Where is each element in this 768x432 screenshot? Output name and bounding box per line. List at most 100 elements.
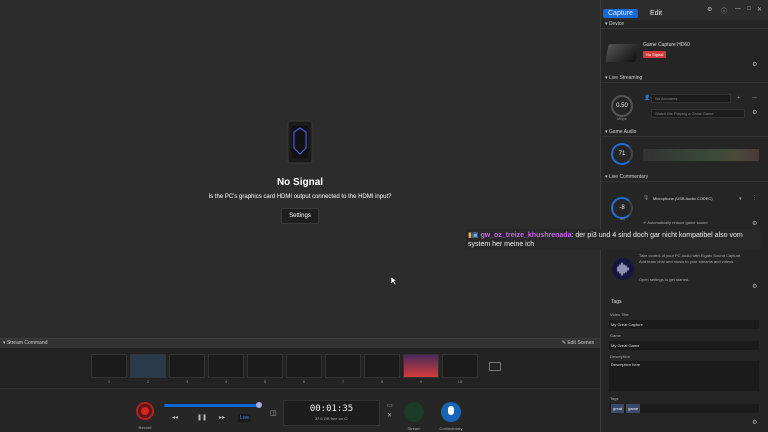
add-account-icon[interactable]: + [737,95,740,101]
chat-badge-icon: ▣ [471,232,479,239]
game-audio-knob[interactable]: 71 [611,143,633,165]
fast-forward-icon[interactable]: ▸▸ [219,414,225,421]
commentary-button[interactable] [441,402,461,422]
live-commentary-label: Live Commentary [608,174,649,180]
edit-scenes-button[interactable]: ✎ Edit Scenes [562,339,594,348]
tab-edit[interactable]: Edit [645,9,667,18]
tab-bar: Capture Edit ⚙ ⓘ — □ ✕ [601,0,768,20]
scene-slot-1[interactable] [91,354,127,378]
mic-dropdown-chevron-icon[interactable]: ▾ [739,196,742,202]
edit-scenes-label: Edit Scenes [567,340,594,346]
gear-icon[interactable]: ⚙ [707,6,712,13]
device-name: Game Capture HD60 [643,42,690,48]
scene-slot-number: 5 [263,379,267,384]
sound-capture-text: Take control of your PC audio with Elgat… [639,253,742,264]
account-dropdown[interactable]: No Accounts [651,94,731,103]
video-title-input[interactable]: My Great Capture [609,320,759,329]
no-signal-message: Is the PC's graphics card HDMI output co… [208,194,392,200]
game-input[interactable]: My Great Game [609,341,759,350]
device-header-label: Device [608,21,625,27]
mic-mute-icon[interactable]: ✕ [387,412,392,419]
bitrate-gauge: 0.50 [611,95,633,117]
tag-chip[interactable]: game [626,404,641,413]
commentary-value: -8 [619,205,625,211]
scene-slot-number: 9 [419,379,423,384]
pc-tower-icon [287,120,313,164]
scene-slot-4[interactable] [208,354,244,378]
device-settings-gear-icon[interactable]: ⚙ [752,61,757,68]
minimize-icon[interactable]: — [735,6,741,12]
game-audio-meter [643,149,759,161]
user-icon: 👤 [644,95,651,101]
timeline-handle[interactable] [256,402,262,408]
reduce-game-sound-label: Automatically reduce game sound [647,220,708,225]
tags-input[interactable]: great game [609,404,759,413]
stream-command-header: ▾ Stream Command ✎ Edit Scenes [0,338,600,348]
capture-preview: No Signal Is the PC's graphics card HDMI… [0,0,600,338]
scene-slot-number: 1 [107,379,111,384]
sound-capture-gear-icon[interactable]: ⚙ [752,283,757,290]
scene-slot-10[interactable] [442,354,478,378]
bitrate-value: 0.50 [616,103,628,109]
description-input[interactable]: Description here [609,361,759,391]
no-signal-badge: No Signal [643,51,667,58]
scene-slot-9[interactable] [403,354,439,378]
monitor-icon[interactable]: ▭ [387,402,393,409]
close-icon[interactable]: ✕ [757,6,762,13]
streaming-settings-gear-icon[interactable]: ⚙ [752,109,757,116]
tags-list-label: Tags [610,396,619,401]
sound-capture-link[interactable]: Open settings to get started. [639,277,689,282]
info-icon[interactable]: ⓘ [721,6,727,15]
tab-capture[interactable]: Capture [603,9,638,18]
scene-slot-3[interactable] [169,354,205,378]
scene-slot-number: 2 [146,379,150,384]
remove-account-icon[interactable]: — [752,95,757,101]
chat-overlay: ▮▣ gw_oz_treize_khushrenada: der pi3 und… [465,229,761,250]
microphone-icon [448,406,454,415]
stream-button[interactable] [404,402,424,422]
scene-slot-number: 7 [341,379,345,384]
scene-swap-icon[interactable] [489,362,501,371]
scene-slot-number: 6 [302,379,306,384]
no-signal-title: No Signal [276,177,324,188]
commentary-settings-gear-icon[interactable]: ⚙ [752,220,757,227]
stream-label: Stream [407,426,421,431]
scene-slot-7[interactable] [325,354,361,378]
scene-slot-8[interactable] [364,354,400,378]
recording-timer: 00:01:35 [309,404,354,414]
stream-command-title: Stream Command [6,340,48,346]
tags-gear-icon[interactable]: ⚙ [752,419,757,426]
timer-display: 00:01:35 37.6 GB free on C: [283,400,380,426]
chat-colon: : [571,232,574,239]
live-commentary-header[interactable]: ▾ Live Commentary [601,173,768,182]
rewind-icon[interactable]: ◂◂ [172,414,178,421]
more-options-icon[interactable]: ⋮ [752,195,757,201]
game-audio-header[interactable]: ▾ Game Audio [601,128,768,137]
timeline-track[interactable] [164,404,258,407]
collapse-chevron-icon[interactable]: ▾ [3,340,6,346]
microphone-small-icon: 🎙 [643,195,650,201]
record-button[interactable] [136,402,154,420]
scene-slot-2[interactable] [130,354,166,378]
device-header[interactable]: ▾ Device [601,20,768,29]
no-signal-panel: No Signal Is the PC's graphics card HDMI… [150,118,450,224]
stream-title-field[interactable]: Watch Me Playing a Great Game [651,109,745,118]
settings-button[interactable]: Settings [281,208,319,224]
live-button[interactable]: Live [238,414,252,422]
pause-icon[interactable]: ❚❚ [197,414,207,421]
reduce-game-sound-checkbox[interactable]: ✔ Automatically reduce game sound [643,220,708,225]
video-title-label: Video Title [610,312,629,317]
microphone-device[interactable]: Microphone (USB Audio CODEC) [653,196,713,201]
record-label: Record [138,425,152,430]
scene-slots: 1 2 3 4 5 6 7 8 9 10 [0,348,600,388]
tag-chip[interactable]: great [611,404,625,413]
scene-slot-5[interactable] [247,354,283,378]
screenshot-icon[interactable]: ◫ [270,409,277,417]
live-streaming-header[interactable]: ▾ Live Streaming [601,74,768,83]
free-space-label: 37.6 GB free on C: [314,416,349,421]
scene-slot-6[interactable] [286,354,322,378]
maximize-icon[interactable]: □ [747,6,751,12]
bitrate-unit: Mbps [617,116,627,121]
live-streaming-label: Live Streaming [608,75,643,81]
commentary-unit: dB [620,216,625,221]
